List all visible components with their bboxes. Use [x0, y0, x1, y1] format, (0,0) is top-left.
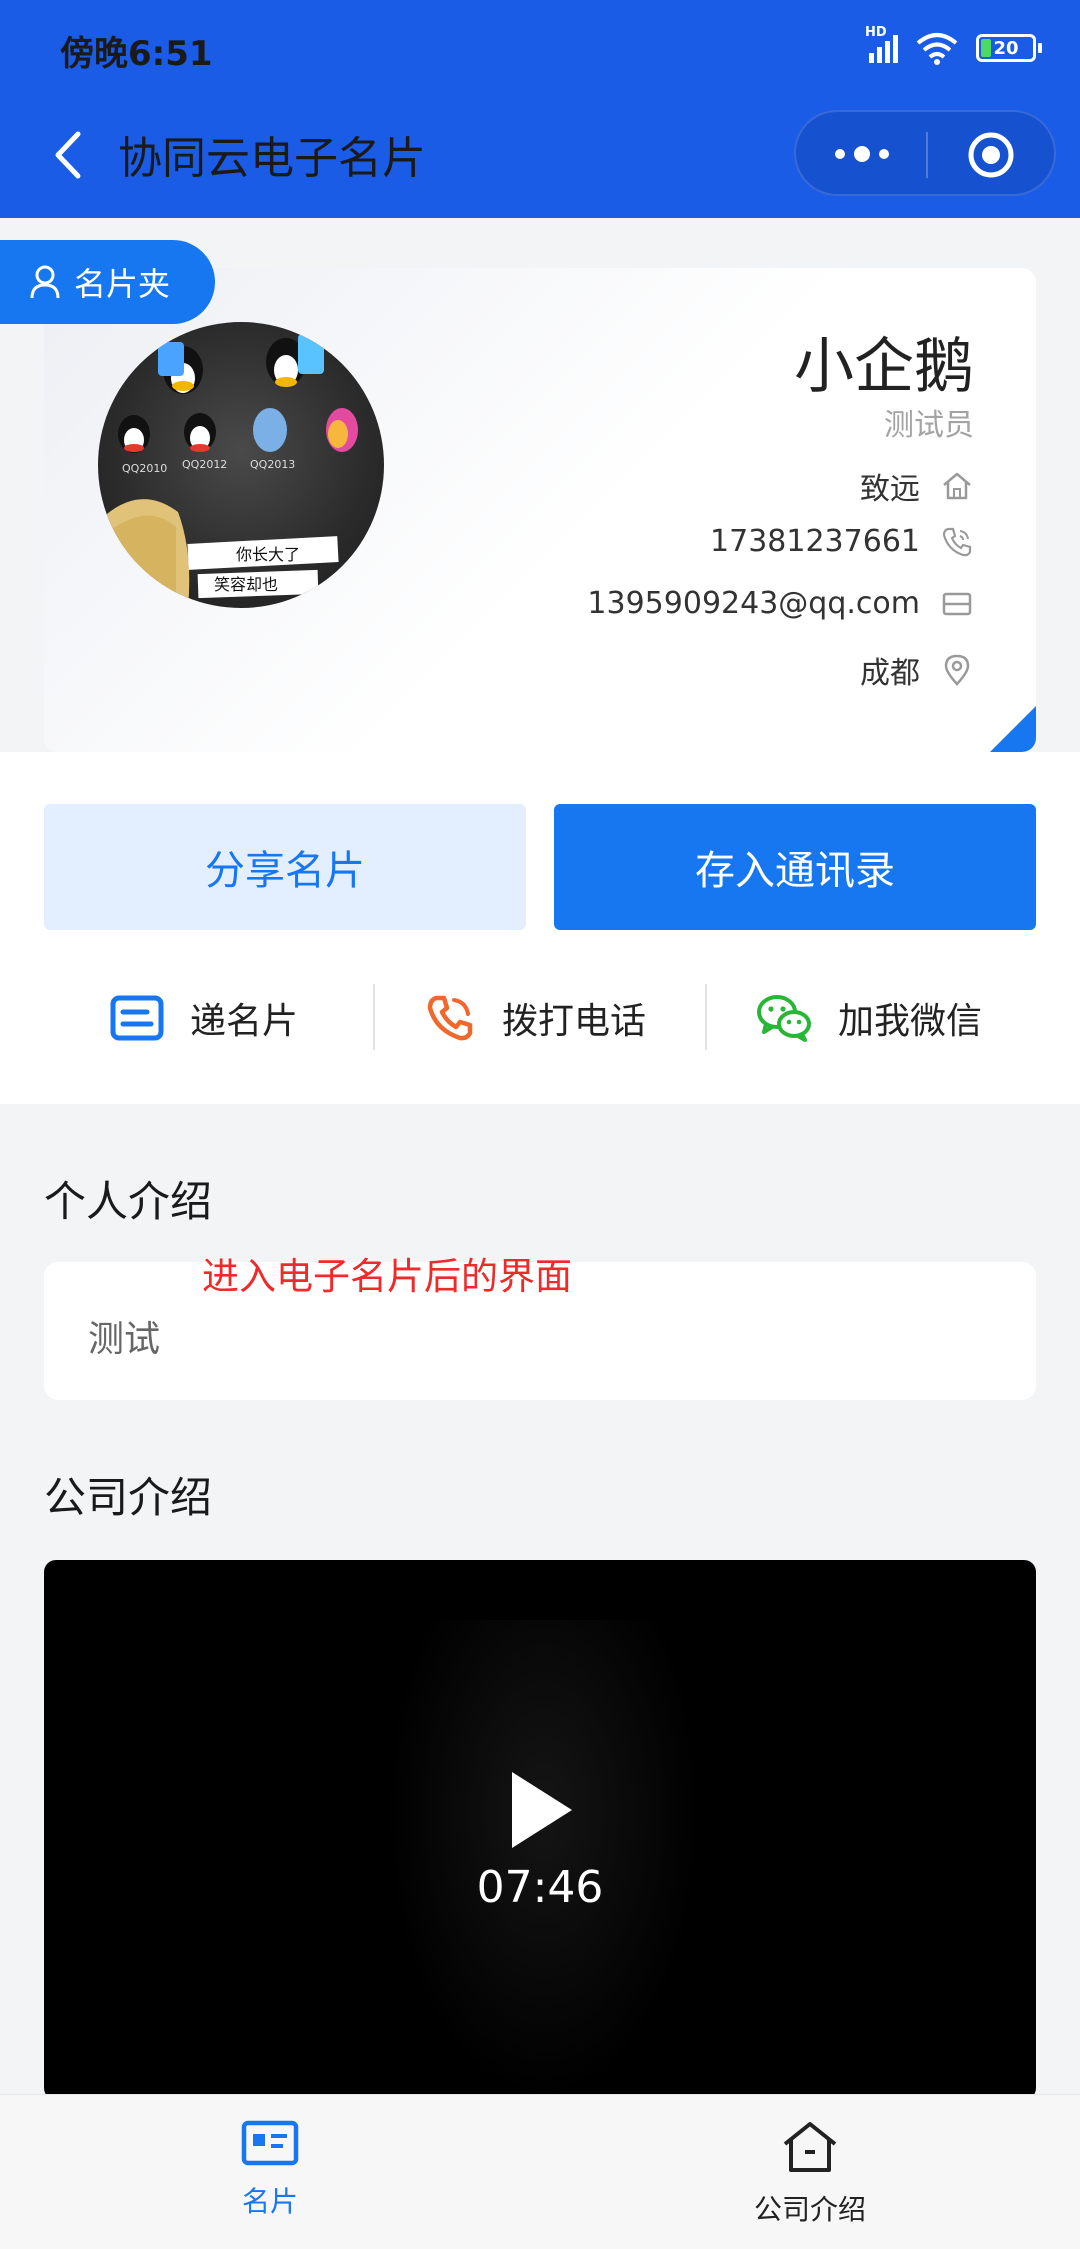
- battery-icon: 20: [976, 34, 1042, 62]
- avatar-text-3: QQ2013: [250, 458, 295, 471]
- card-tab-icon: [241, 2120, 299, 2166]
- mini-program-capsule: [794, 110, 1056, 196]
- phone-value: 17381237661: [710, 524, 920, 559]
- send-card-label: 递名片: [190, 1001, 299, 1042]
- more-dots-icon[interactable]: [830, 138, 894, 170]
- phone-icon: [942, 527, 972, 556]
- avatar: QQ2010 QQ2012 QQ2013 你长大了 笑容却也: [98, 322, 384, 608]
- card-folder-label: 名片夹: [74, 265, 171, 303]
- avatar-text-5: 笑容却也: [214, 575, 278, 594]
- avatar-text-4: 你长大了: [236, 545, 300, 564]
- call-action[interactable]: 拨打电话: [424, 970, 646, 1066]
- card-name: 小企鹅: [794, 332, 974, 402]
- avatar-text-2: QQ2012: [182, 458, 227, 471]
- phone-row[interactable]: 17381237661: [710, 524, 974, 559]
- back-arrow-icon[interactable]: [40, 120, 100, 190]
- share-card-button[interactable]: 分享名片: [44, 804, 526, 930]
- wechat-icon: [757, 995, 811, 1042]
- penguin-illustration: [118, 334, 358, 453]
- location-pin-icon: [944, 654, 970, 686]
- call-label: 拨打电话: [502, 1001, 647, 1042]
- video-duration: 07:46: [476, 1862, 604, 1913]
- capsule-divider: [926, 132, 928, 178]
- company-section-title: 公司介绍: [44, 1473, 213, 1522]
- city-row: 成都: [860, 648, 974, 692]
- card-corner-accent: [990, 706, 1036, 752]
- save-to-contacts-button[interactable]: 存入通讯录: [554, 804, 1036, 930]
- bottom-tab-bar: [0, 2094, 1080, 2249]
- phone-icon: [427, 995, 473, 1041]
- add-wechat-action[interactable]: 加我微信: [756, 970, 982, 1066]
- add-wechat-label: 加我微信: [838, 1001, 983, 1042]
- home-tab-icon: [783, 2122, 837, 2172]
- status-time: 傍晚6:51: [60, 34, 213, 74]
- avatar-text-1: QQ2010: [122, 462, 167, 475]
- card-role: 测试员: [884, 408, 974, 443]
- company-value: 致远: [860, 472, 920, 507]
- person-icon: [30, 265, 60, 299]
- city-value: 成都: [860, 656, 920, 691]
- play-icon[interactable]: [506, 1768, 576, 1852]
- page-title: 协同云电子名片: [118, 133, 426, 184]
- tab-card-label: 名片: [241, 2185, 298, 2218]
- tab-company[interactable]: 公司介绍: [710, 2120, 910, 2228]
- action-divider: [705, 984, 707, 1050]
- send-card-action[interactable]: 递名片: [110, 970, 298, 1066]
- company-row: 致远: [860, 464, 974, 508]
- network-label: HD: [865, 25, 887, 40]
- intro-text: 测试: [88, 1319, 161, 1360]
- tab-card[interactable]: 名片: [170, 2120, 370, 2220]
- card-folder-button[interactable]: 名片夹: [0, 240, 215, 324]
- signal-icon: HD: [865, 25, 898, 63]
- mail-icon: [942, 592, 972, 615]
- status-icons: HD 20: [865, 25, 1042, 70]
- card-icon: [110, 995, 164, 1041]
- action-divider: [373, 984, 375, 1050]
- intro-section-title: 个人介绍: [44, 1177, 213, 1226]
- tab-company-label: 公司介绍: [753, 2193, 866, 2226]
- target-circle-icon[interactable]: [966, 130, 1016, 180]
- email-row[interactable]: 1395909243@qq.com: [587, 586, 974, 621]
- home-icon: [943, 472, 971, 500]
- wifi-icon: [916, 33, 958, 65]
- email-value: 1395909243@qq.com: [587, 586, 920, 621]
- annotation-text: 进入电子名片后的界面: [202, 1255, 572, 1298]
